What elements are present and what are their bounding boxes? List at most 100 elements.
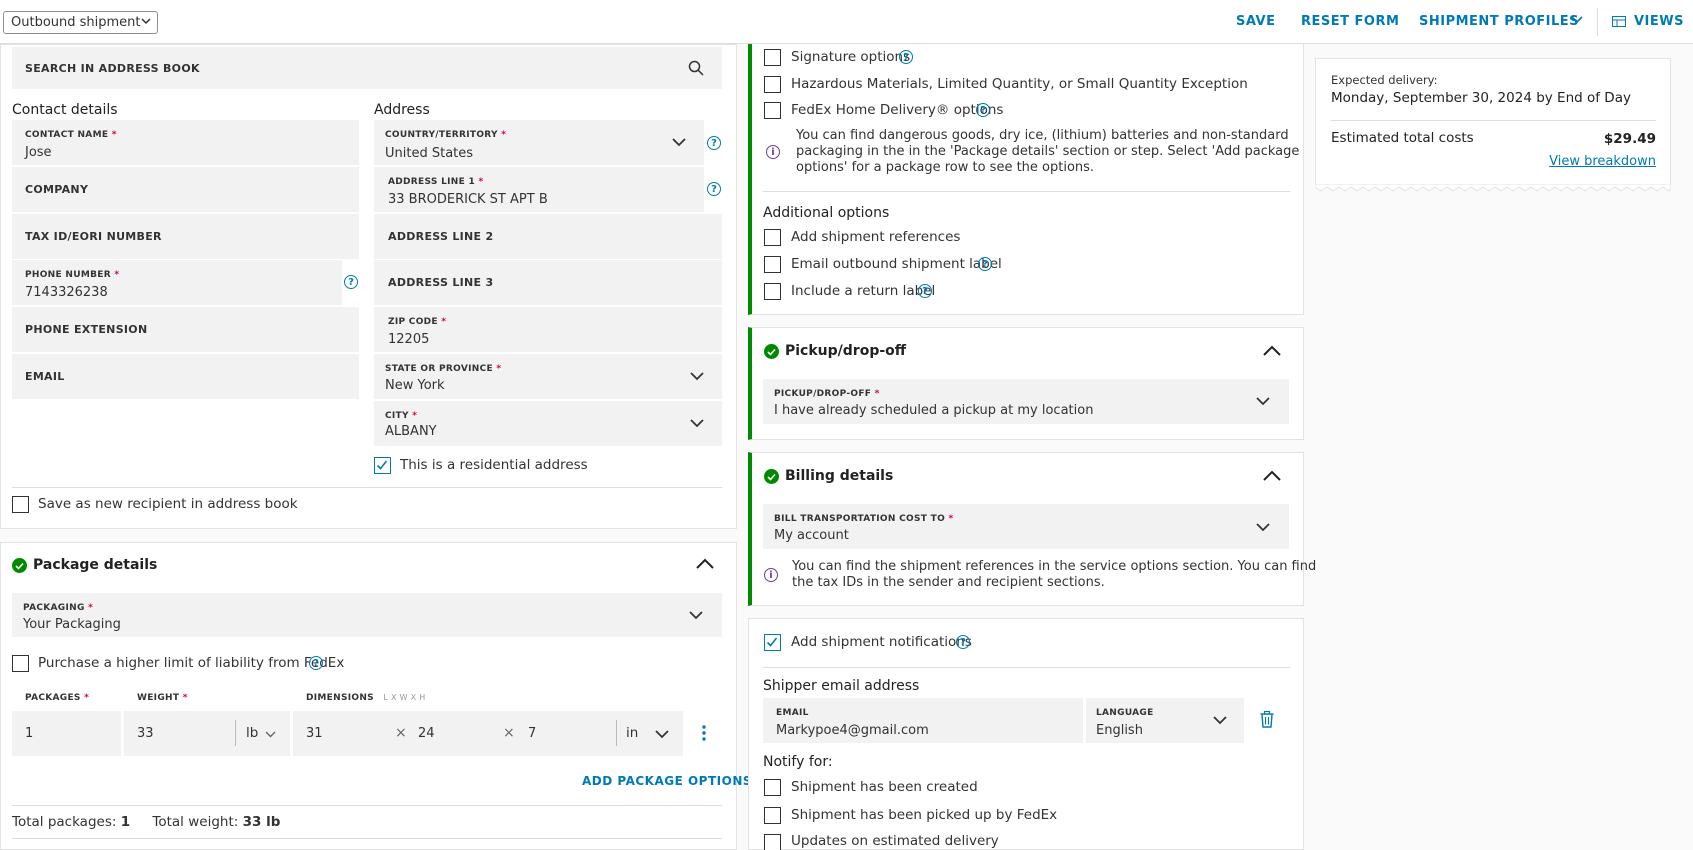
packages-value: 1 xyxy=(25,726,34,741)
dimensions-input[interactable]: 31 × 24 × 7 in xyxy=(293,711,683,756)
tax-id-label: TAX ID/EORI NUMBER xyxy=(25,230,162,243)
add-package-options-button[interactable]: ADD PACKAGE OPTIONS xyxy=(582,774,752,788)
package-totals: Total packages: 1 Total weight: 33 lb xyxy=(12,814,280,830)
pickup-title: Pickup/drop-off xyxy=(785,343,907,359)
notify-created-checkbox[interactable] xyxy=(764,779,781,796)
contact-name-value: Jose xyxy=(25,145,52,160)
info-line: options' for a package row to see the op… xyxy=(796,160,1095,175)
add-notifications-checkbox[interactable] xyxy=(764,634,781,651)
email-label-checkbox[interactable] xyxy=(764,256,781,273)
address-line-1-field[interactable]: ADDRESS LINE 1 * 33 BRODERICK ST APT B xyxy=(374,167,704,212)
checkmark-icon xyxy=(376,460,388,470)
phone-extension-field[interactable]: PHONE EXTENSION xyxy=(12,307,359,352)
shipment-profiles-button[interactable]: SHIPMENT PROFILES xyxy=(1419,14,1579,29)
signature-options-checkbox[interactable] xyxy=(764,49,781,66)
notify-created-label: Shipment has been created xyxy=(791,779,978,795)
shipment-type-select[interactable]: Outbound shipment xyxy=(3,11,158,34)
phone-help-icon[interactable]: ? xyxy=(344,275,358,289)
dim-unit-select[interactable]: in xyxy=(626,725,638,741)
search-icon[interactable] xyxy=(688,60,704,76)
state-select[interactable]: STATE OR PROVINCE * New York xyxy=(374,354,722,399)
dimensions-label-wrap: DIMENSIONS L x W x H xyxy=(306,693,426,703)
bill-to-label: BILL TRANSPORTATION COST TO xyxy=(774,514,946,524)
address-line-3-field[interactable]: ADDRESS LINE 3 xyxy=(374,260,722,305)
chevron-down-icon xyxy=(689,611,703,620)
signature-help-icon[interactable]: ? xyxy=(899,50,913,64)
zip-code-field[interactable]: ZIP CODE * 12205 xyxy=(374,307,722,352)
chevron-up-icon[interactable] xyxy=(1263,345,1281,356)
address-line-2-field[interactable]: ADDRESS LINE 2 xyxy=(374,214,722,259)
country-select[interactable]: COUNTRY/TERRITORY * United States xyxy=(374,120,704,165)
views-button[interactable]: VIEWS xyxy=(1634,14,1684,29)
bill-to-select[interactable]: BILL TRANSPORTATION COST TO * My account xyxy=(763,504,1289,549)
total-packages-label: Total packages: xyxy=(12,814,117,830)
liability-help-icon[interactable]: ? xyxy=(309,656,323,670)
more-options-icon[interactable] xyxy=(702,725,706,741)
return-label-label: Include a return label xyxy=(791,283,936,299)
notify-email-label: EMAIL xyxy=(776,708,809,718)
residential-checkbox[interactable] xyxy=(374,457,391,474)
notify-email-field[interactable]: EMAIL Markypoe4@gmail.com xyxy=(763,698,1083,743)
address-book-search[interactable]: SEARCH IN ADDRESS BOOK xyxy=(12,47,722,89)
info-icon: i xyxy=(766,145,780,159)
packages-input[interactable]: 1 xyxy=(12,711,121,756)
notify-updates-checkbox[interactable] xyxy=(764,834,781,850)
chevron-up-icon[interactable] xyxy=(1263,470,1281,481)
liability-checkbox[interactable] xyxy=(12,655,29,672)
trash-icon[interactable] xyxy=(1260,711,1274,728)
city-value: ALBANY xyxy=(385,424,437,439)
chevron-down-icon xyxy=(1256,523,1270,532)
return-label-checkbox[interactable] xyxy=(764,283,781,300)
language-label: LANGUAGE xyxy=(1096,708,1154,718)
chevron-up-icon[interactable] xyxy=(696,558,714,569)
city-select[interactable]: CITY * ALBANY xyxy=(374,401,722,446)
chevron-down-icon xyxy=(672,138,686,147)
info-line: You can find the shipment references in … xyxy=(792,559,1317,574)
hazmat-checkbox[interactable] xyxy=(764,76,781,93)
address-help-icon[interactable]: ? xyxy=(707,182,721,196)
pickup-select[interactable]: PICKUP/DROP-OFF * I have already schedul… xyxy=(763,379,1289,424)
save-button[interactable]: SAVE xyxy=(1236,14,1275,29)
info-icon: i xyxy=(764,568,778,582)
divider xyxy=(235,720,236,746)
packaging-value: Your Packaging xyxy=(23,617,121,632)
notifications-help-icon[interactable]: ? xyxy=(956,635,970,649)
reset-form-button[interactable]: RESET FORM xyxy=(1301,14,1399,29)
divider xyxy=(12,838,722,839)
packaging-select[interactable]: PACKAGING * Your Packaging xyxy=(12,593,722,637)
residential-label: This is a residential address xyxy=(400,457,588,473)
save-recipient-checkbox[interactable] xyxy=(12,496,29,513)
phone-extension-label: PHONE EXTENSION xyxy=(25,323,148,336)
country-label: COUNTRY/TERRITORY xyxy=(385,130,498,140)
chevron-down-icon[interactable] xyxy=(1571,16,1583,24)
home-delivery-checkbox[interactable] xyxy=(764,102,781,119)
email-label-help-icon[interactable]: ? xyxy=(978,257,992,271)
views-icon[interactable] xyxy=(1612,16,1626,27)
tax-id-field[interactable]: TAX ID/EORI NUMBER xyxy=(12,214,359,259)
phone-number-field[interactable]: PHONE NUMBER * 7143326238 xyxy=(12,260,342,305)
dim-height-value: 7 xyxy=(528,726,537,741)
home-delivery-help-icon[interactable]: ? xyxy=(976,103,990,117)
company-field[interactable]: COMPANY xyxy=(12,167,359,212)
language-select[interactable]: LANGUAGE English xyxy=(1086,698,1244,743)
add-references-checkbox[interactable] xyxy=(764,229,781,246)
view-breakdown-link[interactable]: View breakdown xyxy=(1549,154,1656,169)
weight-input[interactable]: 33 lb xyxy=(124,711,290,756)
weight-value: 33 xyxy=(137,726,154,741)
return-label-help-icon[interactable]: ? xyxy=(918,284,932,298)
expected-delivery-label: Expected delivery: xyxy=(1331,73,1438,87)
dangerous-goods-info: You can find dangerous goods, dry ice, (… xyxy=(796,128,1299,176)
contact-name-field[interactable]: CONTACT NAME * Jose xyxy=(12,120,359,165)
weight-unit-select[interactable]: lb xyxy=(246,725,258,741)
chevron-down-icon xyxy=(141,18,151,25)
email-label-label: Email outbound shipment label xyxy=(791,256,1002,272)
country-help-icon[interactable]: ? xyxy=(707,136,721,150)
address-heading: Address xyxy=(374,102,430,118)
divider xyxy=(616,720,617,746)
notify-picked-up-checkbox[interactable] xyxy=(764,807,781,824)
dimensions-label: DIMENSIONS xyxy=(306,693,374,703)
notify-picked-up-label: Shipment has been picked up by FedEx xyxy=(791,807,1058,823)
email-field[interactable]: EMAIL xyxy=(12,354,359,399)
contact-name-label: CONTACT NAME xyxy=(25,130,109,140)
contact-details-heading: Contact details xyxy=(12,102,118,118)
